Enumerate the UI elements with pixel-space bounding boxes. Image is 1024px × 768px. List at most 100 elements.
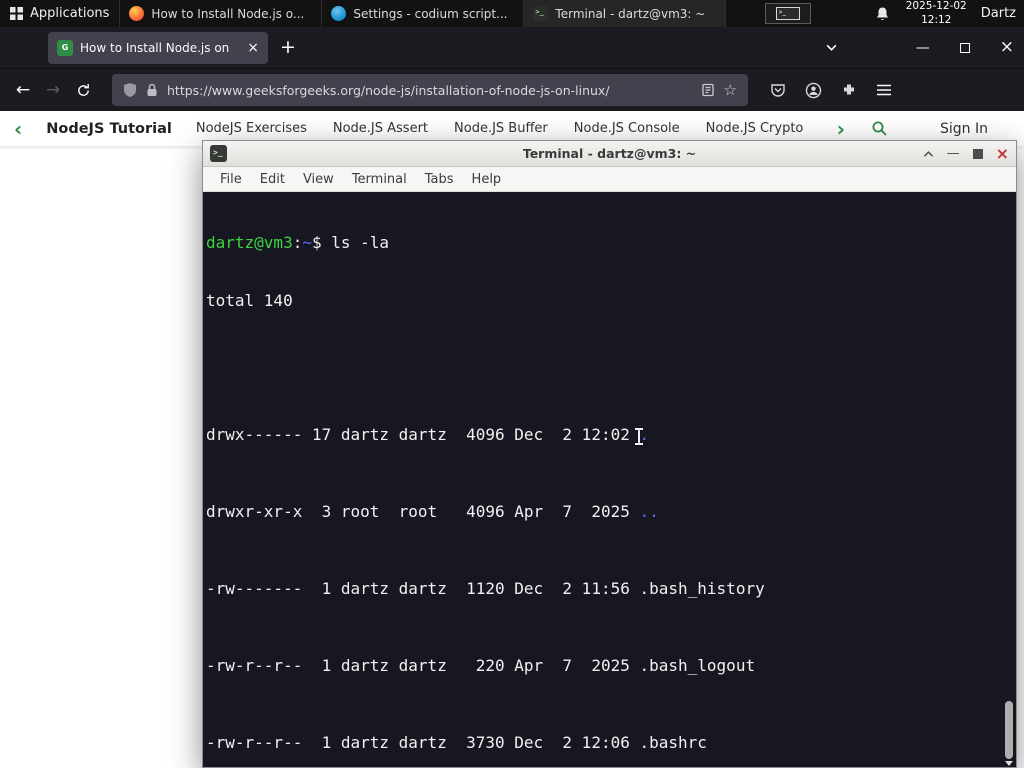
applications-menu-label: Applications (30, 6, 110, 21)
terminal-minimize-button[interactable]: — (947, 147, 960, 160)
terminal-close-button[interactable]: × (996, 145, 1009, 162)
forward-button[interactable]: → (38, 75, 68, 105)
terminal-menu-item[interactable]: Edit (251, 172, 294, 187)
taskbar-window-title: Settings - codium script... (353, 6, 508, 21)
terminal-maximize-button[interactable] (972, 148, 983, 159)
prompt-symbol: $ (311, 233, 322, 253)
nav-scroll-right-chevron-icon[interactable]: › (837, 119, 845, 139)
terminal-command: ls -la (321, 233, 390, 253)
panel-clock[interactable]: 2025-12-02 12:12 (906, 0, 967, 26)
file-meta: -rw------- 1 dartz dartz 1120 Dec 2 11:5… (206, 579, 640, 599)
tab-close-icon[interactable]: × (247, 41, 259, 55)
file-meta: drwxr-xr-x 3 root root 4096 Apr 7 2025 (206, 502, 640, 522)
workspace-switcher[interactable] (764, 3, 811, 24)
connection-secure-lock-icon[interactable] (146, 83, 158, 97)
tracking-protection-shield-icon[interactable] (123, 82, 137, 98)
terminal-title-bar[interactable]: Terminal - dartz@vm3: ~ — × (203, 141, 1016, 167)
gfg-nav-link[interactable]: Node.JS Assert (333, 121, 428, 136)
tabbar-right-controls: — × (825, 39, 1014, 56)
pocket-icon[interactable] (770, 82, 786, 98)
reload-button[interactable] (68, 75, 98, 105)
panel-user-label: Dartz (980, 6, 1016, 21)
gfg-section-title[interactable]: NodeJS Tutorial (46, 121, 172, 137)
top-panel: Applications How to Install Node.js o...… (0, 0, 1024, 27)
file-listing-row: drwxr-xr-x 3 root root 4096 Apr 7 2025 .… (206, 502, 1016, 521)
app-icon (533, 6, 549, 21)
menu-hamburger-icon[interactable] (876, 83, 892, 97)
terminal-menu-item[interactable]: Tabs (416, 172, 463, 187)
file-meta: drwx------ 17 dartz dartz 4096 Dec 2 12:… (206, 425, 640, 445)
window-minimize-button[interactable]: — (916, 41, 930, 55)
file-meta: -rw-r--r-- 1 dartz dartz 220 Apr 7 2025 (206, 655, 640, 675)
terminal-menu-item[interactable]: File (211, 172, 251, 187)
taskbar-window-button[interactable]: How to Install Node.js o... (120, 0, 323, 27)
workspace-window-thumbnail (775, 7, 800, 20)
app-icon (331, 6, 347, 21)
applications-menu-button[interactable]: Applications (0, 0, 119, 27)
clock-date: 2025-12-02 (905, 0, 967, 13)
prompt-separator: : (292, 233, 303, 253)
maximize-icon (959, 42, 970, 53)
mouse-ibeam-cursor (634, 428, 644, 445)
file-listing-row: drwx------ 17 dartz dartz 4096 Dec 2 12:… (206, 425, 1016, 444)
window-close-button[interactable]: × (1000, 39, 1014, 56)
prompt-path: ~ (302, 233, 312, 253)
terminal-window: Terminal - dartz@vm3: ~ — × File Edit Vi… (202, 140, 1017, 768)
terminal-window-controls: — × (923, 145, 1009, 162)
maximize-icon (972, 148, 983, 159)
bookmark-star-icon[interactable]: ☆ (724, 81, 737, 99)
file-listing: drwx------ 17 dartz dartz 4096 Dec 2 12:… (206, 349, 1016, 767)
gfg-nav-link[interactable]: Node.JS Console (574, 121, 680, 136)
taskbar: How to Install Node.js o... Settings - c… (119, 0, 727, 27)
gfg-nav-link[interactable]: Node.JS Buffer (454, 121, 548, 136)
terminal-app-icon (210, 145, 227, 162)
browser-tab-bar: G How to Install Node.js on × + — × (0, 27, 1024, 68)
terminal-menu-item[interactable]: View (294, 172, 343, 187)
back-button[interactable]: ← (8, 75, 38, 105)
file-listing-row: -rw-r--r-- 1 dartz dartz 3730 Dec 2 12:0… (206, 733, 1016, 752)
url-bar[interactable]: https://www.geeksforgeeks.org/node-js/in… (112, 74, 748, 106)
gfg-nav-link[interactable]: Node.JS Crypto (706, 121, 804, 136)
nav-scroll-left-chevron-icon[interactable]: ‹ (14, 119, 22, 139)
tab-favicon: G (57, 39, 73, 56)
browser-active-tab[interactable]: G How to Install Node.js on × (48, 31, 268, 64)
new-tab-button[interactable]: + (280, 38, 296, 57)
file-name: .bashrc (639, 732, 707, 752)
terminal-total-line: total 140 (206, 291, 293, 311)
taskbar-window-button[interactable]: Terminal - dartz@vm3: ~ (524, 0, 727, 27)
terminal-shade-button[interactable] (923, 150, 934, 158)
prompt-user-host: dartz@vm3 (206, 233, 293, 253)
clock-time: 12:12 (921, 13, 952, 26)
file-listing-row: -rw-r--r-- 1 dartz dartz 220 Apr 7 2025 … (206, 656, 1016, 675)
taskbar-window-title: Terminal - dartz@vm3: ~ (555, 6, 706, 21)
terminal-menu-item[interactable]: Terminal (343, 172, 416, 187)
tab-title: How to Install Node.js on (80, 40, 230, 55)
gfg-nav-link[interactable]: NodeJS Exercises (196, 121, 307, 136)
taskbar-window-title: How to Install Node.js o... (151, 6, 305, 21)
taskbar-window-button[interactable]: Settings - codium script... (322, 0, 525, 27)
terminal-scrollbar-down-arrow[interactable] (1005, 761, 1013, 766)
file-name: .bash_logout (639, 655, 756, 675)
url-text[interactable]: https://www.geeksforgeeks.org/node-js/in… (167, 83, 692, 98)
terminal-menu-bar: File Edit View Terminal Tabs Help (203, 167, 1016, 192)
toolbar-right-icons (770, 82, 892, 99)
extensions-puzzle-icon[interactable] (841, 82, 857, 98)
terminal-output-area[interactable]: dartz@vm3:~$ ls -la total 140 drwx------… (203, 192, 1016, 767)
account-icon[interactable] (805, 82, 822, 99)
browser-toolbar: ← → https://www.geeksforgeeks.org/node-j… (0, 68, 1024, 111)
terminal-scrollbar-thumb[interactable] (1005, 701, 1013, 759)
window-maximize-button[interactable] (959, 42, 970, 53)
gfg-nav-links: NodeJS Exercises Node.JS Assert Node.JS … (196, 121, 813, 136)
list-all-tabs-icon[interactable] (825, 41, 838, 54)
gfg-search-icon[interactable] (871, 120, 888, 137)
applications-grid-icon (10, 7, 23, 20)
file-name: .. (639, 502, 659, 522)
terminal-window-title: Terminal - dartz@vm3: ~ (522, 146, 697, 161)
terminal-menu-item[interactable]: Help (463, 172, 511, 187)
sign-in-button[interactable]: Sign In (940, 121, 988, 137)
app-icon (129, 6, 145, 21)
reader-mode-icon[interactable] (701, 83, 715, 97)
notifications-bell-icon[interactable] (875, 6, 890, 22)
file-name: .bash_history (639, 579, 765, 599)
terminal-prompt-line: dartz@vm3:~$ ls -la (206, 233, 1016, 252)
